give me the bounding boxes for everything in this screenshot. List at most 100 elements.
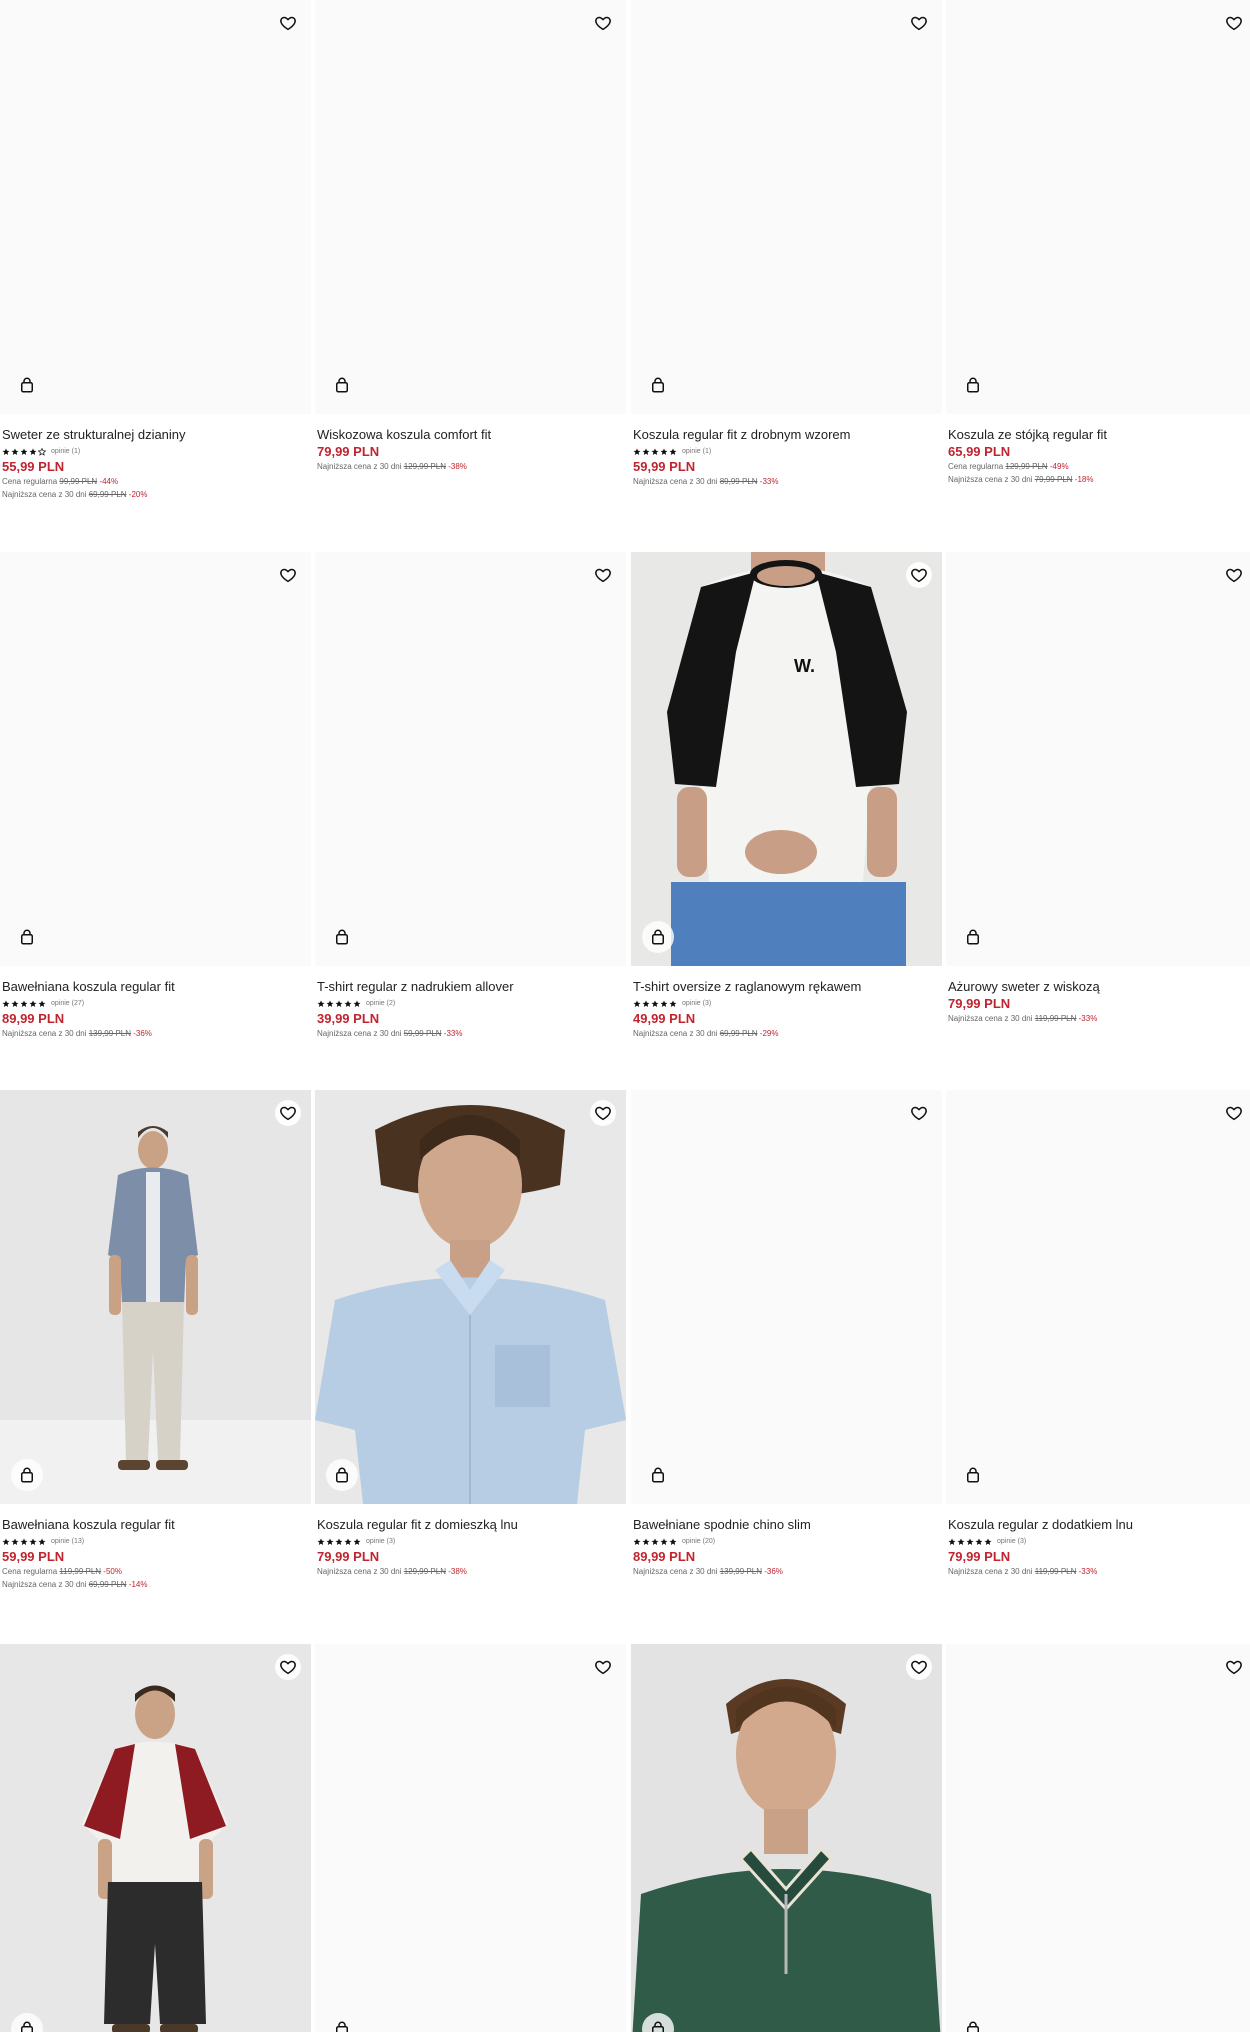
product-card[interactable] [0,1644,311,2032]
product-card[interactable]: Koszula regular fit z domieszką lnu opini… [315,1090,626,1578]
shopping-bag-icon[interactable] [642,1459,674,1491]
review-count[interactable]: opinie (3) [366,1538,395,1545]
product-card[interactable]: W. T-shirt oversize z raglanowym rękawem… [631,552,942,1040]
heart-outline-icon[interactable] [1221,1654,1247,1680]
price-history-line: Najniższa cena z 30 dni 59,99 PLN -33% [317,1027,626,1040]
product-card[interactable]: Wiskozowa koszula comfort fit 79,99 PLN Na… [315,0,626,473]
product-card[interactable]: Bawełniana koszula regular fit opinie (13… [0,1090,311,1591]
product-name[interactable]: Wiskozowa koszula comfort fit [317,427,626,443]
product-name[interactable]: Bawełniana koszula regular fit [2,979,311,995]
heart-outline-icon[interactable] [1221,562,1247,588]
product-image[interactable] [631,1644,942,2032]
heart-outline-icon[interactable] [275,562,301,588]
review-count[interactable]: opinie (27) [51,1000,84,1007]
shopping-bag-icon[interactable] [957,369,989,401]
product-image[interactable] [946,0,1250,414]
review-count[interactable]: opinie (2) [366,1000,395,1007]
product-image[interactable] [946,552,1250,966]
product-image[interactable] [315,1090,626,1504]
review-count[interactable]: opinie (1) [51,448,80,455]
heart-outline-icon[interactable] [275,1100,301,1126]
star-icon [326,999,334,1008]
heart-outline-icon[interactable] [906,1654,932,1680]
product-name[interactable]: Bawełniana koszula regular fit [2,1517,311,1533]
heart-outline-icon[interactable] [590,1100,616,1126]
product-image[interactable] [315,1644,626,2032]
old-price: 99,99 PLN [59,477,98,486]
product-name[interactable]: Bawełniane spodnie chino slim [633,1517,942,1533]
heart-outline-icon[interactable] [590,1654,616,1680]
product-name[interactable]: Koszula regular fit z domieszką lnu [317,1517,626,1533]
product-photo [0,1090,311,1504]
shopping-bag-icon[interactable] [11,1459,43,1491]
product-image[interactable] [0,552,311,966]
heart-outline-icon[interactable] [590,562,616,588]
review-count[interactable]: opinie (1) [682,448,711,455]
product-image[interactable] [0,1644,311,2032]
product-card[interactable] [946,1644,1250,2032]
product-name[interactable]: Koszula regular fit z drobnym wzorem [633,427,942,443]
product-card[interactable]: Bawełniane spodnie chino slim opinie (20)… [631,1090,942,1578]
product-card[interactable]: Sweter ze strukturalnej dzianiny opinie (… [0,0,311,501]
product-name[interactable]: Koszula ze stójką regular fit [948,427,1250,443]
old-price: 119,99 PLN [59,1567,102,1576]
product-rating: opinie (3) [317,1535,626,1548]
shopping-bag-icon[interactable] [326,921,358,953]
product-image[interactable] [946,1090,1250,1504]
price-history-label: Cena regularna [948,462,1004,471]
product-image[interactable]: W. [631,552,942,966]
heart-outline-icon[interactable] [590,10,616,36]
product-card[interactable]: Koszula regular z dodatkiem lnu opinie (3… [946,1090,1250,1578]
rating-stars [317,999,361,1008]
shopping-bag-icon[interactable] [642,921,674,953]
shopping-bag-icon[interactable] [326,2013,358,2032]
product-name[interactable]: Koszula regular z dodatkiem lnu [948,1517,1250,1533]
product-card[interactable] [315,1644,626,2032]
star-icon [38,999,46,1008]
product-name[interactable]: Ażurowy sweter z wiskozą [948,979,1250,995]
product-card[interactable]: T-shirt regular z nadrukiem allover opini… [315,552,626,1040]
star-icon [651,1537,659,1546]
product-card[interactable]: Ażurowy sweter z wiskozą 79,99 PLN Najniżs… [946,552,1250,1025]
product-image[interactable] [631,0,942,414]
old-price: 129,99 PLN [403,462,446,471]
product-name[interactable]: T-shirt regular z nadrukiem allover [317,979,626,995]
shopping-bag-icon[interactable] [957,1459,989,1491]
heart-outline-icon[interactable] [1221,1100,1247,1126]
review-count[interactable]: opinie (3) [682,1000,711,1007]
review-count[interactable]: opinie (13) [51,1538,84,1545]
shopping-bag-icon[interactable] [957,921,989,953]
heart-outline-icon[interactable] [906,10,932,36]
heart-outline-icon[interactable] [275,10,301,36]
product-image[interactable] [315,552,626,966]
star-icon [317,999,325,1008]
heart-outline-icon[interactable] [275,1654,301,1680]
shopping-bag-icon[interactable] [11,921,43,953]
shopping-bag-icon[interactable] [957,2013,989,2032]
star-icon [669,1537,677,1546]
shopping-bag-icon[interactable] [326,369,358,401]
product-image[interactable] [315,0,626,414]
heart-outline-icon[interactable] [906,1100,932,1126]
product-image[interactable] [0,0,311,414]
product-name[interactable]: Sweter ze strukturalnej dzianiny [2,427,311,443]
star-icon [20,447,28,456]
price-history-label: Najniższa cena z 30 dni [633,477,718,486]
product-image[interactable] [946,1644,1250,2032]
product-image[interactable] [631,1090,942,1504]
product-name[interactable]: T-shirt oversize z raglanowym rękawem [633,979,942,995]
product-card[interactable]: Bawełniana koszula regular fit opinie (27… [0,552,311,1040]
heart-outline-icon[interactable] [906,562,932,588]
shopping-bag-icon[interactable] [326,1459,358,1491]
product-card[interactable]: Koszula regular fit z drobnym wzorem opin… [631,0,942,488]
review-count[interactable]: opinie (3) [997,1538,1026,1545]
product-image[interactable] [0,1090,311,1504]
product-card[interactable] [631,1644,942,2032]
product-card[interactable]: Koszula ze stójką regular fit 65,99 PLN Ce… [946,0,1250,486]
heart-outline-icon[interactable] [1221,10,1247,36]
shopping-bag-icon[interactable] [642,369,674,401]
star-icon [660,999,668,1008]
star-icon [11,999,19,1008]
review-count[interactable]: opinie (20) [682,1538,715,1545]
shopping-bag-icon[interactable] [11,369,43,401]
